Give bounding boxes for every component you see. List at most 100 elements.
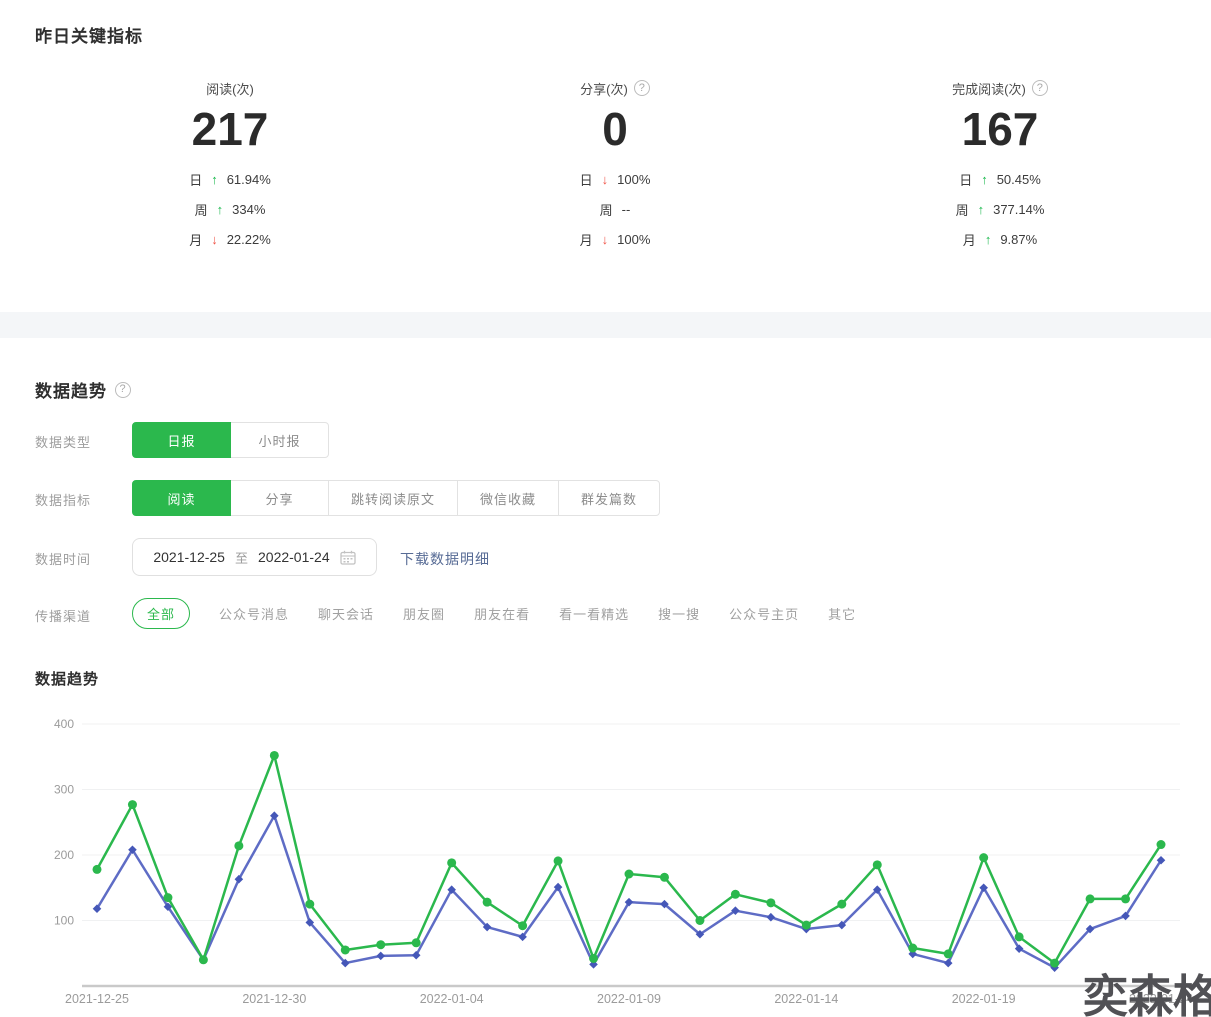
- yesterday-metrics-title-text: 昨日关键指标: [35, 22, 143, 47]
- stat-period: 周: [600, 200, 613, 219]
- green-data-point[interactable]: [1121, 894, 1130, 903]
- stat-period: 周: [956, 200, 969, 219]
- data-type-option[interactable]: 日报: [132, 422, 231, 458]
- green-data-point[interactable]: [341, 945, 350, 954]
- chart-title: 数据趋势: [35, 668, 99, 689]
- trend-down-arrow-icon: ↓: [602, 172, 609, 187]
- stat-period: 月: [580, 230, 593, 249]
- green-data-point[interactable]: [1157, 840, 1166, 849]
- green-data-point[interactable]: [695, 916, 704, 925]
- data-metric-option[interactable]: 群发篇数: [558, 480, 660, 516]
- calendar-icon: [340, 550, 356, 565]
- stat-row: 周--: [460, 194, 770, 224]
- channel-option[interactable]: 聊天会话: [318, 604, 374, 623]
- channel-option[interactable]: 其它: [828, 604, 856, 623]
- trend-up-arrow-icon: ↑: [978, 202, 985, 217]
- trend-up-arrow-icon: ↑: [985, 232, 992, 247]
- green-data-point[interactable]: [518, 921, 527, 930]
- trend-up-arrow-icon: ↑: [217, 202, 224, 217]
- data-metric-option[interactable]: 微信收藏: [457, 480, 559, 516]
- green-data-point[interactable]: [660, 873, 669, 882]
- green-data-point[interactable]: [93, 865, 102, 874]
- y-axis-tick-label: 100: [54, 914, 74, 928]
- help-icon[interactable]: ?: [115, 382, 131, 398]
- channel-option[interactable]: 看一看精选: [559, 604, 629, 623]
- green-data-point[interactable]: [554, 856, 563, 865]
- metric-card: 分享(次)?0日↓100%周--月↓100%: [460, 78, 770, 254]
- stat-row: 月↓100%: [460, 224, 770, 254]
- data-metric-option[interactable]: 分享: [230, 480, 329, 516]
- trend-up-arrow-icon: ↑: [981, 172, 988, 187]
- data-metric-option[interactable]: 跳转阅读原文: [328, 480, 458, 516]
- green-data-point[interactable]: [270, 751, 279, 760]
- green-series-line: [97, 755, 1161, 963]
- green-data-point[interactable]: [766, 898, 775, 907]
- stat-value: 9.87%: [1000, 232, 1037, 247]
- watermark: 奕森格: [1083, 960, 1211, 1017]
- x-axis-tick-label: 2022-01-19: [952, 992, 1016, 1006]
- stat-value: 100%: [617, 172, 650, 187]
- green-data-point[interactable]: [305, 900, 314, 909]
- blue-data-point[interactable]: [376, 952, 385, 961]
- download-data-link[interactable]: 下载数据明细: [400, 549, 490, 569]
- green-data-point[interactable]: [1050, 959, 1059, 968]
- blue-data-point[interactable]: [944, 959, 953, 968]
- green-data-point[interactable]: [128, 800, 137, 809]
- data-metric-option[interactable]: 阅读: [132, 480, 231, 516]
- green-data-point[interactable]: [625, 869, 634, 878]
- date-start[interactable]: 2021-12-25: [153, 549, 225, 565]
- metric-label: 分享(次): [580, 79, 628, 98]
- green-data-point[interactable]: [1015, 932, 1024, 941]
- data-trend-title-text: 数据趋势: [35, 377, 107, 402]
- channel-option[interactable]: 全部: [132, 598, 190, 629]
- metric-label: 完成阅读(次): [952, 79, 1026, 98]
- green-data-point[interactable]: [589, 954, 598, 963]
- y-axis-tick-label: 400: [54, 717, 74, 731]
- date-separator: 至: [235, 548, 248, 567]
- metric-value: 0: [460, 102, 770, 156]
- stat-row: 月 ↑ 9.87%: [845, 224, 1155, 254]
- channel-group: 全部 公众号消息 聊天会话 朋友圈 朋友在看 看一看精选 搜一搜 公众号主页 其它: [132, 598, 856, 629]
- green-data-point[interactable]: [199, 955, 208, 964]
- green-data-point[interactable]: [837, 900, 846, 909]
- metric-label: 阅读(次): [206, 79, 254, 98]
- trend-down-arrow-icon: ↓: [211, 232, 218, 247]
- channel-option[interactable]: 搜一搜: [658, 604, 700, 623]
- channel-option[interactable]: 公众号消息: [219, 604, 289, 623]
- metric-card: 阅读(次)217日↑61.94%周↑334%月↓22.22%: [75, 78, 385, 254]
- data-type-label: 数据类型: [35, 432, 91, 451]
- green-data-point[interactable]: [802, 921, 811, 930]
- date-range-picker[interactable]: 2021-12-25 至 2022-01-24: [132, 538, 377, 576]
- data-type-option[interactable]: 小时报: [230, 422, 329, 458]
- x-axis-tick-label: 2022-01-14: [774, 992, 838, 1006]
- green-data-point[interactable]: [731, 890, 740, 899]
- stat-row: 月↓22.22%: [75, 224, 385, 254]
- green-data-point[interactable]: [1086, 894, 1095, 903]
- channel-option[interactable]: 公众号主页: [729, 604, 799, 623]
- green-data-point[interactable]: [163, 893, 172, 902]
- green-data-point[interactable]: [979, 853, 988, 862]
- x-axis-tick-label: 2021-12-25: [65, 992, 129, 1006]
- channel-option[interactable]: 朋友圈: [403, 604, 445, 623]
- green-data-point[interactable]: [483, 898, 492, 907]
- green-data-point[interactable]: [873, 860, 882, 869]
- channel-label: 传播渠道: [35, 606, 91, 625]
- green-data-point[interactable]: [447, 858, 456, 867]
- stat-row: 周 ↑ 377.14%: [845, 194, 1155, 224]
- green-data-point[interactable]: [234, 841, 243, 850]
- help-icon[interactable]: ?: [1032, 80, 1048, 96]
- stat-row: 日↑61.94%: [75, 164, 385, 194]
- channel-option[interactable]: 朋友在看: [474, 604, 530, 623]
- stat-value: 377.14%: [993, 202, 1044, 217]
- green-data-point[interactable]: [944, 949, 953, 958]
- green-data-point[interactable]: [908, 944, 917, 953]
- green-data-point[interactable]: [412, 938, 421, 947]
- green-data-point[interactable]: [376, 940, 385, 949]
- help-icon[interactable]: ?: [634, 80, 650, 96]
- date-end[interactable]: 2022-01-24: [258, 549, 330, 565]
- stat-period: 月: [963, 230, 976, 249]
- trend-down-arrow-icon: ↓: [602, 232, 609, 247]
- stat-value: 22.22%: [227, 232, 271, 247]
- stat-row: 日↓100%: [460, 164, 770, 194]
- y-axis-tick-label: 200: [54, 848, 74, 862]
